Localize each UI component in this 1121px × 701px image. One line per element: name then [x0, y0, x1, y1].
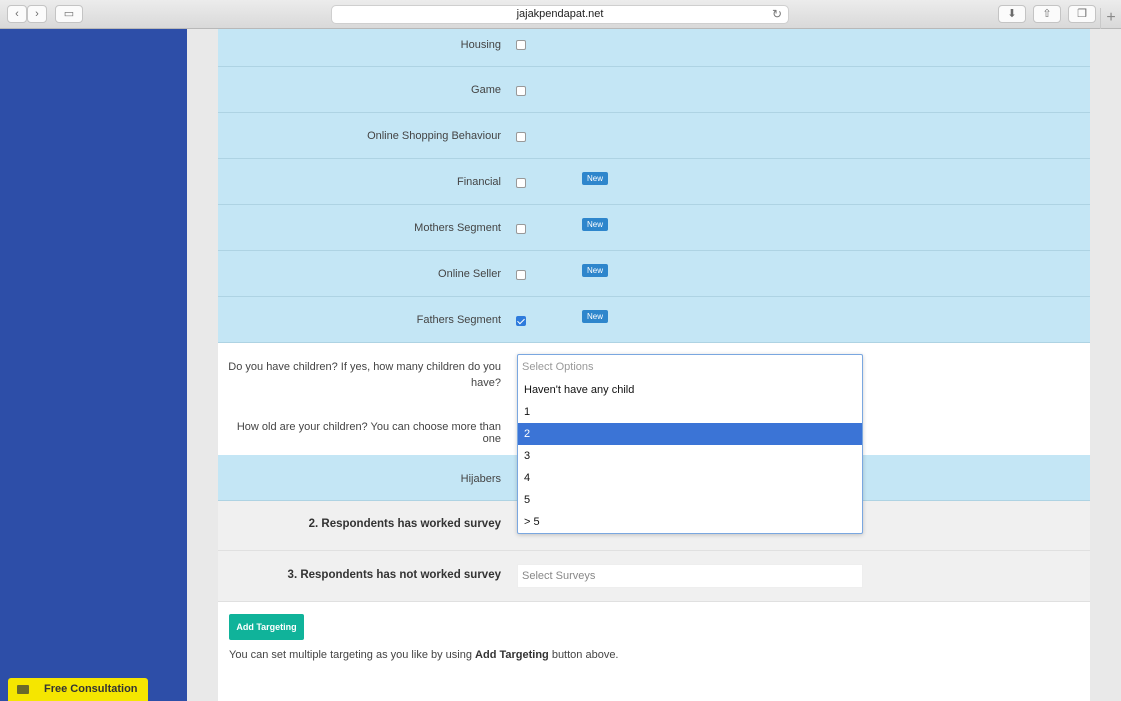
dropdown-option[interactable]: 1 [518, 401, 862, 423]
free-consultation-button[interactable]: Free Consultation [8, 678, 148, 701]
segment-row: Online Seller New [218, 251, 1090, 297]
tabs-button[interactable]: ❐ [1068, 5, 1096, 23]
mail-icon [17, 685, 29, 694]
dropdown-option[interactable]: 5 [518, 489, 862, 511]
segment-label: Online Seller [438, 268, 501, 280]
sidebar-toggle-button[interactable]: ▭ [55, 5, 83, 23]
note-text-end: button above. [548, 649, 619, 661]
reload-icon[interactable]: ↻ [772, 6, 782, 23]
segment-label: Online Shopping Behaviour [367, 130, 501, 142]
segment-checkbox[interactable] [516, 132, 526, 142]
plus-icon: + [1106, 9, 1116, 26]
segment-checkbox[interactable] [516, 86, 526, 96]
dropdown-option[interactable]: 3 [518, 445, 862, 467]
segment-row: Housing [218, 29, 1090, 67]
sidebar [0, 29, 187, 701]
segment-checkbox[interactable] [516, 270, 526, 280]
tabs-icon: ❐ [1077, 8, 1087, 20]
note-bold-text: Add Targeting [475, 649, 549, 661]
new-badge: New [582, 172, 609, 185]
segment-row: Mothers Segment New [218, 205, 1090, 251]
new-badge: New [582, 310, 609, 323]
address-bar[interactable]: jajakpendapat.net ↻ [331, 5, 789, 24]
segment-checkbox[interactable] [516, 178, 526, 188]
dropdown-option[interactable]: Haven't have any child [518, 379, 862, 401]
children-count-dropdown[interactable]: Select Options Haven't have any child 1 … [517, 354, 863, 534]
children-count-label: Do you have children? If yes, how many c… [228, 361, 501, 389]
segment-label: Fathers Segment [416, 314, 501, 326]
children-age-label: How old are your children? You can choos… [236, 421, 501, 445]
downloads-button[interactable]: ⬇ [998, 5, 1026, 23]
segment-row: Game [218, 67, 1090, 113]
new-tab-button[interactable]: + [1100, 8, 1121, 29]
segment-checkbox[interactable] [516, 316, 526, 326]
targeting-form: Housing Game Online Shopping Behaviour F… [218, 29, 1090, 701]
select-options-input[interactable]: Select Options [518, 355, 862, 379]
dropdown-option[interactable]: > 5 [518, 511, 862, 533]
page-gutter-left [187, 29, 218, 701]
back-button[interactable]: ‹ [7, 5, 27, 23]
segment-label: Game [471, 84, 501, 96]
note-text: You can set multiple targeting as you li… [229, 649, 476, 661]
chevron-right-icon: › [35, 8, 39, 20]
hijabers-label: Hijabers [460, 473, 501, 485]
segment-label: Mothers Segment [414, 222, 501, 234]
share-button[interactable]: ⇧ [1033, 5, 1061, 23]
worked-survey-label: 2. Respondents has worked survey [308, 518, 501, 530]
dropdown-option-selected[interactable]: 2 [518, 423, 862, 445]
add-targeting-button[interactable]: Add Targeting [229, 614, 304, 640]
select-surveys-input[interactable]: Select Surveys [517, 564, 863, 588]
segment-row: Fathers Segment New [218, 297, 1090, 343]
share-icon: ⇧ [1042, 8, 1052, 20]
chevron-left-icon: ‹ [15, 8, 19, 20]
new-badge: New [582, 218, 609, 231]
download-icon: ⬇ [1007, 8, 1017, 20]
not-worked-survey-label: 3. Respondents has not worked survey [287, 569, 501, 581]
new-badge: New [582, 264, 609, 277]
segment-row: Online Shopping Behaviour [218, 113, 1090, 159]
not-worked-survey-row: 3. Respondents has not worked survey Sel… [218, 551, 1090, 602]
segment-row: Financial New [218, 159, 1090, 205]
consultation-label: Free Consultation [44, 683, 138, 695]
browser-toolbar: ‹ › ▭ jajakpendapat.net ↻ ⬇ ⇧ ❐ + [0, 0, 1121, 29]
segment-checkbox[interactable] [516, 40, 526, 50]
url-text: jajakpendapat.net [516, 8, 604, 20]
segment-checkbox[interactable] [516, 224, 526, 234]
targeting-note: You can set multiple targeting as you li… [229, 649, 619, 661]
segment-label: Housing [460, 39, 501, 51]
dropdown-option[interactable]: 4 [518, 467, 862, 489]
forward-button[interactable]: › [27, 5, 47, 23]
sidebar-icon: ▭ [63, 8, 75, 20]
segment-label: Financial [456, 176, 501, 188]
page-gutter-right [1090, 29, 1121, 701]
